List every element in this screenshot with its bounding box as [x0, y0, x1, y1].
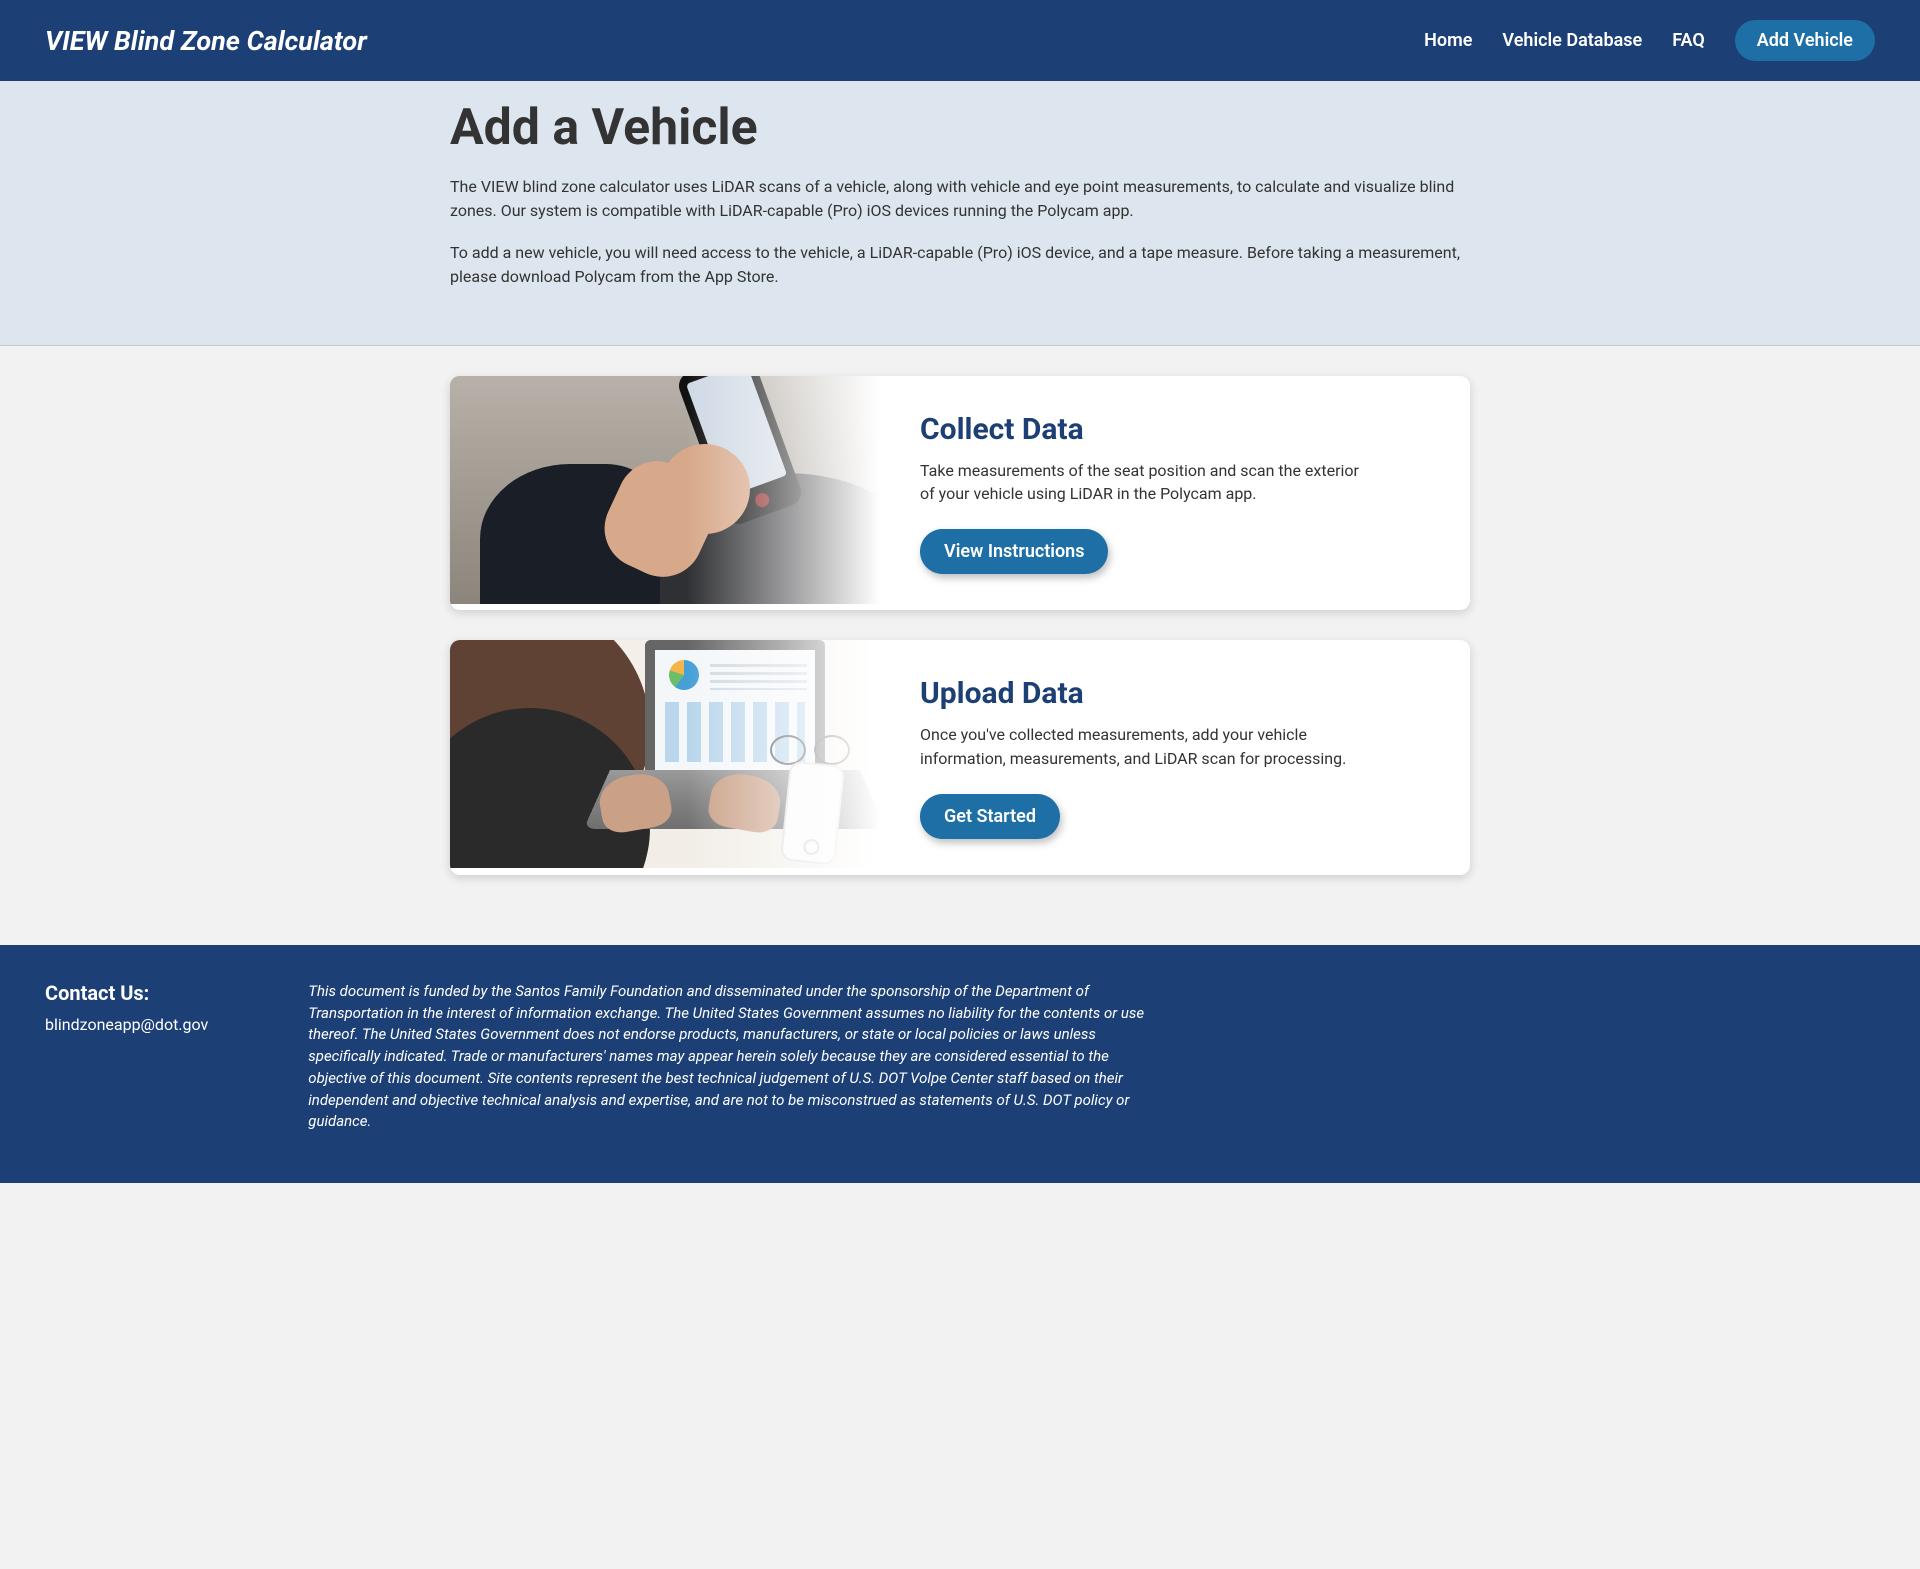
nav-faq[interactable]: FAQ [1672, 30, 1705, 51]
nav-add-vehicle-button[interactable]: Add Vehicle [1735, 20, 1875, 61]
upload-data-image [450, 640, 880, 868]
brand-title[interactable]: VIEW Blind Zone Calculator [45, 25, 1384, 57]
collect-data-card: Collect Data Take measurements of the se… [450, 376, 1470, 610]
hero-paragraph-1: The VIEW blind zone calculator uses LiDA… [450, 175, 1470, 223]
cards-section: Collect Data Take measurements of the se… [0, 346, 1920, 945]
contact-heading: Contact Us: [45, 981, 208, 1005]
nav-vehicle-database[interactable]: Vehicle Database [1502, 30, 1642, 51]
footer: Contact Us: blindzoneapp@dot.gov This do… [0, 945, 1920, 1183]
upload-data-card: Upload Data Once you've collected measur… [450, 640, 1470, 874]
view-instructions-button[interactable]: View Instructions [920, 529, 1108, 574]
upload-data-text: Once you've collected measurements, add … [920, 723, 1370, 769]
footer-contact: Contact Us: blindzoneapp@dot.gov [45, 981, 208, 1133]
upload-data-title: Upload Data [920, 676, 1370, 711]
nav-home[interactable]: Home [1424, 30, 1472, 51]
page-title: Add a Vehicle [450, 99, 1470, 157]
hero-paragraph-2: To add a new vehicle, you will need acce… [450, 241, 1470, 289]
collect-data-text: Take measurements of the seat position a… [920, 459, 1370, 505]
contact-email[interactable]: blindzoneapp@dot.gov [45, 1015, 208, 1034]
get-started-button[interactable]: Get Started [920, 794, 1060, 839]
collect-data-image [450, 376, 880, 604]
footer-disclaimer: This document is funded by the Santos Fa… [308, 981, 1148, 1133]
nav-links: Home Vehicle Database FAQ Add Vehicle [1424, 20, 1875, 61]
collect-data-title: Collect Data [920, 412, 1370, 447]
navbar: VIEW Blind Zone Calculator Home Vehicle … [0, 0, 1920, 81]
hero-section: Add a Vehicle The VIEW blind zone calcul… [0, 81, 1920, 346]
